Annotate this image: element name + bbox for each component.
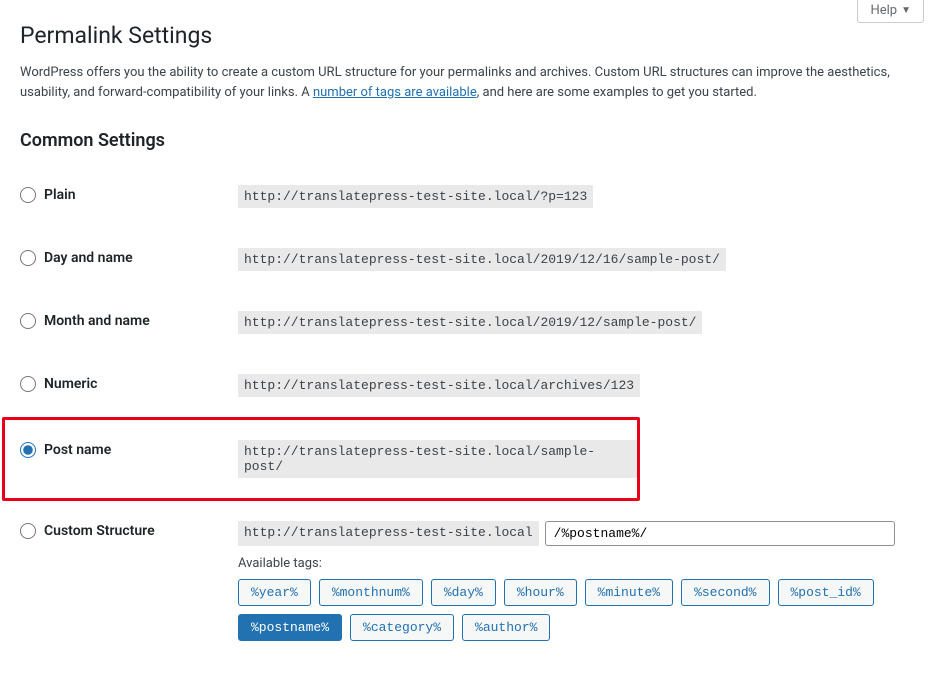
tag-category-button[interactable]: %category%	[350, 614, 454, 641]
radio-plain[interactable]	[20, 187, 36, 203]
tag-post-id-button[interactable]: %post_id%	[778, 579, 874, 606]
example-month-name: http://translatepress-test-site.local/20…	[238, 311, 702, 334]
radio-custom[interactable]	[20, 523, 36, 539]
intro-text-2: , and here are some examples to get you …	[477, 85, 757, 100]
custom-structure-input[interactable]	[545, 521, 895, 546]
label-custom[interactable]: Custom Structure	[44, 523, 155, 539]
permalink-options-list: Plain http://translatepress-test-site.lo…	[20, 165, 924, 661]
option-row-post-name: Post name http://translatepress-test-sit…	[2, 417, 640, 501]
radio-month-name[interactable]	[20, 313, 36, 329]
common-settings-heading: Common Settings	[20, 130, 924, 151]
example-post-name: http://translatepress-test-site.local/sa…	[238, 440, 637, 478]
tag-buttons-container: %year% %monthnum% %day% %hour% %minute% …	[238, 579, 924, 641]
option-row-plain: Plain http://translatepress-test-site.lo…	[20, 165, 924, 228]
option-row-numeric: Numeric http://translatepress-test-site.…	[20, 354, 924, 417]
radio-numeric[interactable]	[20, 376, 36, 392]
label-day-name[interactable]: Day and name	[44, 250, 133, 266]
custom-base-url: http://translatepress-test-site.local	[238, 521, 539, 546]
tag-postname-button[interactable]: %postname%	[238, 614, 342, 641]
label-numeric[interactable]: Numeric	[44, 376, 97, 392]
tag-day-button[interactable]: %day%	[431, 579, 496, 606]
example-numeric: http://translatepress-test-site.local/ar…	[238, 374, 640, 397]
caret-down-icon: ▼	[901, 5, 911, 16]
tag-author-button[interactable]: %author%	[462, 614, 550, 641]
page-title: Permalink Settings	[20, 22, 924, 49]
label-plain[interactable]: Plain	[44, 187, 76, 203]
option-row-month-name: Month and name http://translatepress-tes…	[20, 291, 924, 354]
tag-second-button[interactable]: %second%	[681, 579, 769, 606]
tag-monthnum-button[interactable]: %monthnum%	[319, 579, 423, 606]
available-tags-label: Available tags:	[238, 556, 924, 571]
label-post-name[interactable]: Post name	[44, 442, 111, 458]
example-day-name: http://translatepress-test-site.local/20…	[238, 248, 726, 271]
radio-day-name[interactable]	[20, 250, 36, 266]
label-month-name[interactable]: Month and name	[44, 313, 150, 329]
help-tab[interactable]: Help ▼	[857, 0, 924, 23]
help-label: Help	[870, 3, 897, 18]
tags-available-link[interactable]: number of tags are available	[313, 85, 477, 100]
example-plain: http://translatepress-test-site.local/?p…	[238, 185, 593, 208]
tag-hour-button[interactable]: %hour%	[504, 579, 577, 606]
tag-year-button[interactable]: %year%	[238, 579, 311, 606]
option-row-day-name: Day and name http://translatepress-test-…	[20, 228, 924, 291]
radio-post-name[interactable]	[20, 442, 36, 458]
intro-paragraph: WordPress offers you the ability to crea…	[20, 63, 924, 102]
tag-minute-button[interactable]: %minute%	[585, 579, 673, 606]
option-row-custom: Custom Structure http://translatepress-t…	[20, 501, 924, 661]
